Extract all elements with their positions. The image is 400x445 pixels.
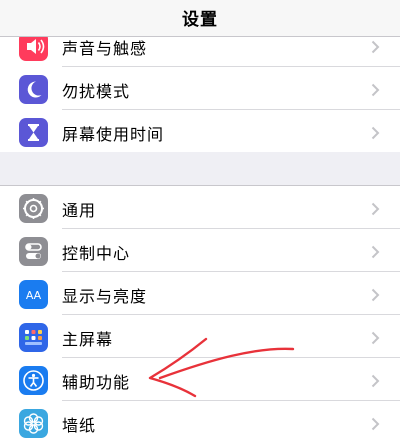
- annotation-arrow-icon: [148, 337, 295, 398]
